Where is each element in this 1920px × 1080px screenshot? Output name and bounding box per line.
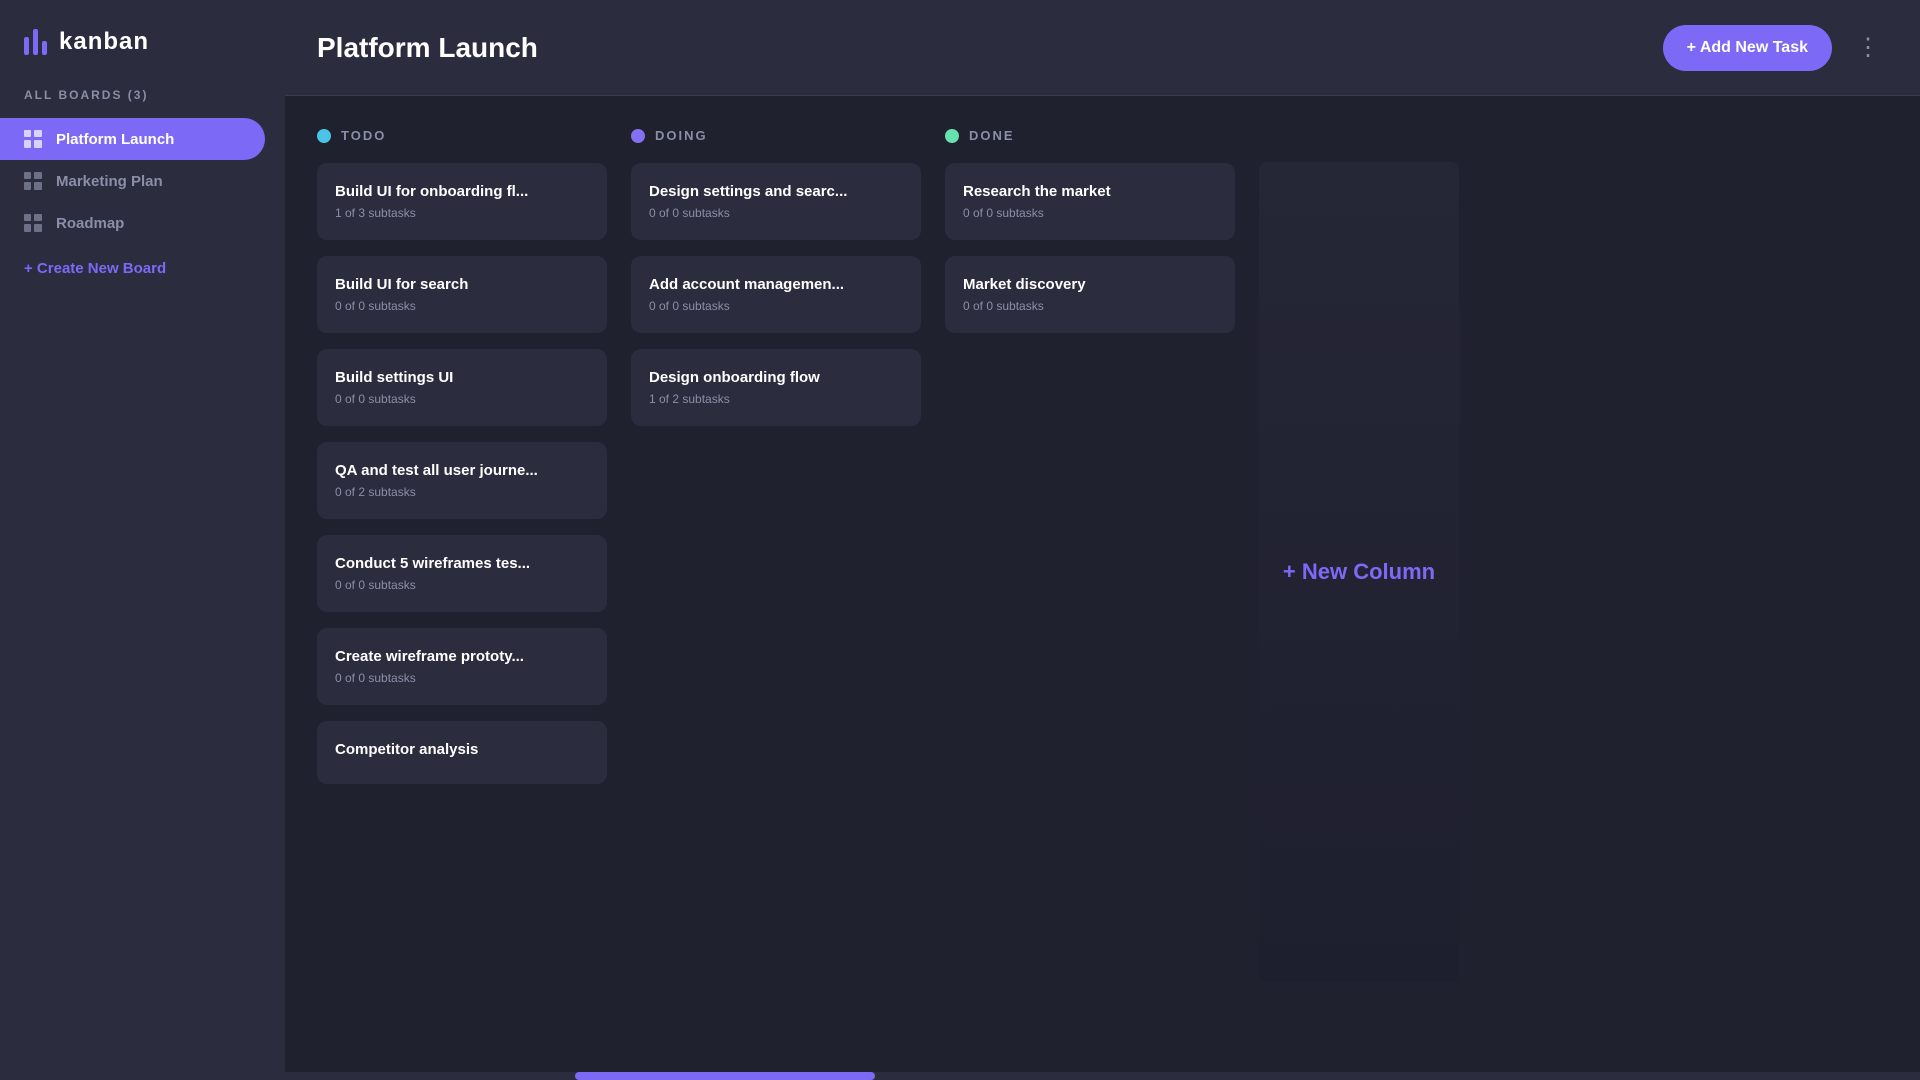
column-done: DoneResearch the market0 of 0 subtasksMa… [945,128,1235,349]
main-content: Platform Launch + Add New Task ⋮ Todo Bui… [285,0,1920,1080]
column-dot-doing [631,129,645,143]
sidebar-item-label-roadmap: Roadmap [56,215,124,232]
column-header-todo: Todo [317,128,607,143]
column-header-doing: Doing [631,128,921,143]
task-subtasks: 0 of 0 subtasks [649,206,903,220]
sidebar-item-roadmap[interactable]: Roadmap [0,202,265,244]
task-subtasks: 0 of 0 subtasks [335,578,589,592]
task-subtasks: 0 of 0 subtasks [335,671,589,685]
task-title: Create wireframe prototy... [335,648,589,665]
logo-area: kanban [0,0,285,88]
task-subtasks: 1 of 2 subtasks [649,392,903,406]
header-actions: + Add New Task ⋮ [1663,25,1888,71]
task-card[interactable]: Build UI for search 0 of 0 subtasks [317,256,607,333]
sidebar-item-marketing-plan[interactable]: Marketing Plan [0,160,265,202]
task-title: Market discovery [963,276,1217,293]
create-new-board-button[interactable]: + Create New Board [0,248,285,289]
column-dot-done [945,129,959,143]
task-card[interactable]: Create wireframe prototy... 0 of 0 subtas… [317,628,607,705]
task-card[interactable]: Market discovery 0 of 0 subtasks [945,256,1235,333]
task-subtasks: 0 of 0 subtasks [649,299,903,313]
board-icon-platform-launch [24,130,42,148]
boards-section-label: All Boards (3) [0,88,285,118]
task-subtasks: 0 of 0 subtasks [335,299,589,313]
column-title-todo: Todo [341,128,386,143]
sidebar-item-label-platform-launch: Platform Launch [56,131,174,148]
task-card[interactable]: Add account managemen... 0 of 0 subtasks [631,256,921,333]
scrollbar-thumb [575,1072,875,1080]
task-card[interactable]: Design onboarding flow 1 of 2 subtasks [631,349,921,426]
column-title-doing: Doing [655,128,708,143]
task-title: Build UI for onboarding fl... [335,183,589,200]
task-card[interactable]: Build settings UI 0 of 0 subtasks [317,349,607,426]
task-title: Add account managemen... [649,276,903,293]
task-title: Research the market [963,183,1217,200]
task-subtasks: 1 of 3 subtasks [335,206,589,220]
add-new-task-button[interactable]: + Add New Task [1663,25,1832,71]
board-icon-roadmap [24,214,42,232]
sidebar: kanban All Boards (3) Platform Launch Ma… [0,0,285,1080]
logo-text: kanban [59,28,149,56]
task-card[interactable]: QA and test all user journe... 0 of 2 sub… [317,442,607,519]
logo-icon [24,29,47,55]
task-title: Design onboarding flow [649,369,903,386]
task-title: Design settings and searc... [649,183,903,200]
column-todo: Todo Build UI for onboarding fl... 1 of 3 … [317,128,607,800]
logo-bar-1 [24,37,29,55]
column-dot-todo [317,129,331,143]
board-icon-marketing-plan [24,172,42,190]
task-title: Competitor analysis [335,741,589,758]
new-column-button[interactable]: + New Column [1259,162,1459,982]
logo-bar-3 [42,41,47,55]
task-title: Conduct 5 wireframes tes... [335,555,589,572]
task-title: Build UI for search [335,276,589,293]
sidebar-item-platform-launch[interactable]: Platform Launch [0,118,265,160]
task-card[interactable]: Competitor analysis [317,721,607,784]
board-area: Todo Build UI for onboarding fl... 1 of 3 … [285,96,1920,1072]
column-doing: Doing Design settings and searc... 0 of 0 … [631,128,921,442]
bottom-scrollbar [285,1072,1920,1080]
task-card[interactable]: Research the market 0 of 0 subtasks [945,163,1235,240]
task-title: QA and test all user journe... [335,462,589,479]
task-card[interactable]: Build UI for onboarding fl... 1 of 3 subt… [317,163,607,240]
sidebar-item-label-marketing-plan: Marketing Plan [56,173,163,190]
task-card[interactable]: Design settings and searc... 0 of 0 subta… [631,163,921,240]
header-menu-button[interactable]: ⋮ [1848,29,1888,66]
task-subtasks: 0 of 0 subtasks [335,392,589,406]
task-subtasks: 0 of 0 subtasks [963,206,1217,220]
task-card[interactable]: Conduct 5 wireframes tes... 0 of 0 subtas… [317,535,607,612]
column-header-done: Done [945,128,1235,143]
task-title: Build settings UI [335,369,589,386]
header: Platform Launch + Add New Task ⋮ [285,0,1920,96]
column-title-done: Done [969,128,1015,143]
task-subtasks: 0 of 2 subtasks [335,485,589,499]
logo-bar-2 [33,29,38,55]
task-subtasks: 0 of 0 subtasks [963,299,1217,313]
page-title: Platform Launch [317,32,538,64]
